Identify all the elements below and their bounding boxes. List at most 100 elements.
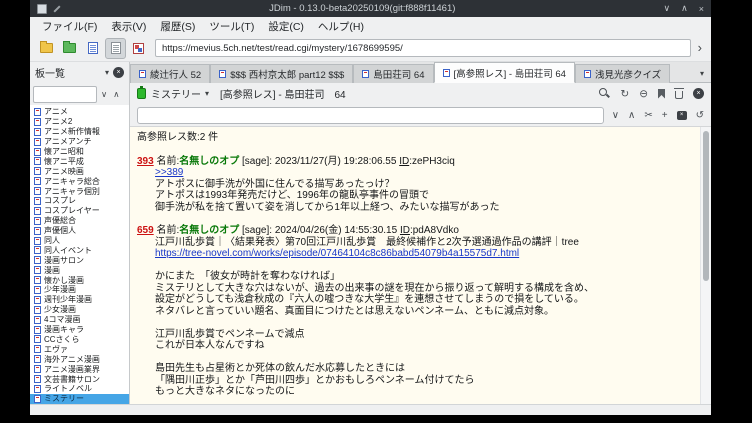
close-button[interactable]: × (699, 4, 704, 14)
post-id-label[interactable]: ID (400, 225, 410, 236)
sidebar-item-label: ミステリー (44, 393, 84, 404)
tab-doc-icon (139, 70, 146, 78)
close-tab-icon[interactable]: × (693, 88, 704, 99)
tab-overflow-icon[interactable]: ▾ (700, 69, 711, 82)
board-icon (34, 355, 41, 363)
favorites-button[interactable] (59, 38, 80, 59)
sidebar-dropdown-icon[interactable]: ▾ (105, 68, 109, 77)
board-icon (34, 286, 41, 294)
thread-tab[interactable]: [高参照レス] - 島田荘司 64 (434, 62, 575, 83)
post-mail: [sage]: (242, 156, 272, 167)
poster-name[interactable]: 名無しのオプ (179, 225, 239, 236)
board-icon (34, 128, 41, 136)
thread-tab[interactable]: 綾辻行人 52 (130, 64, 210, 83)
board-icon (34, 177, 41, 185)
clear-highlight-icon[interactable]: × (677, 111, 687, 120)
image-view-icon (133, 43, 144, 54)
board-icon (34, 237, 41, 245)
post-number[interactable]: 659 (137, 225, 154, 236)
board-icon (34, 276, 41, 284)
poster-name[interactable]: 名無しのオプ (179, 156, 239, 167)
post-header: 393 名前:名無しのオプ [sage]: 2023/11/27(月) 19:2… (137, 156, 696, 168)
board-icon (34, 296, 41, 304)
board-icon (34, 395, 41, 403)
tab-label: 綾辻行人 52 (150, 67, 201, 81)
extract-icon[interactable]: ✂ (644, 110, 652, 121)
external-link[interactable]: https://tree-novel.com/works/episode/074… (155, 248, 696, 260)
pin-icon[interactable] (53, 5, 60, 12)
extract-bar: ∨ ∧ ✂ + × ↺ (130, 104, 711, 127)
menu-item[interactable]: ツール(T) (202, 18, 261, 35)
url-input[interactable] (155, 39, 691, 57)
anchor-link[interactable]: >>389 (155, 167, 696, 179)
image-view-button[interactable] (128, 38, 149, 59)
search-icon[interactable] (599, 88, 610, 99)
stop-icon[interactable]: ⊖ (639, 88, 648, 100)
post-id-label[interactable]: ID (399, 156, 409, 167)
reload-icon[interactable]: ↻ (620, 88, 629, 100)
thread-tab[interactable]: $$$ 西村京太郎 part12 $$$ (210, 64, 353, 83)
board-icon (34, 345, 41, 353)
board-icon (34, 138, 41, 146)
post-line: 設定がどうしても浅倉秋成の『六人の嘘つきな大学生』を連想させてしまうので損をして… (155, 294, 696, 306)
menu-item[interactable]: ファイル(F) (35, 18, 104, 35)
sidebar-header: 板一覧 ▾ × (30, 62, 129, 83)
sidebar-search: ∨ ∧ (30, 83, 129, 105)
board-jar-icon (137, 88, 146, 99)
board-icon (34, 326, 41, 334)
thread-tab[interactable]: 島田荘司 64 (353, 64, 433, 83)
window-title: JDim - 0.13.0-beta20250109(git:f888f1146… (67, 3, 658, 14)
board-icon (34, 108, 41, 116)
sidebar-search-input[interactable] (33, 86, 97, 103)
thread-panel: 綾辻行人 52 $$$ 西村京太郎 part12 $$$ 島田荘司 64 (130, 62, 711, 404)
post-line (155, 317, 696, 329)
post-line: かにまた 「彼女が時計を奪わなければ」 (155, 271, 696, 283)
thread-search-input[interactable] (137, 107, 604, 124)
tab-label: $$$ 西村京太郎 part12 $$$ (230, 67, 344, 81)
url-go-button[interactable]: › (693, 40, 705, 57)
post-line: もっと大きなネタになったのに (155, 386, 696, 398)
bookmark-icon[interactable] (658, 89, 665, 99)
find-prev-icon[interactable]: ∧ (628, 110, 635, 121)
thread-view-button[interactable] (105, 38, 126, 59)
board-list-icon (40, 43, 53, 53)
tab-doc-icon (219, 70, 226, 78)
board-icon (34, 187, 41, 195)
post-id: :pdA8Vdko (410, 225, 459, 236)
board-list: アニメ アニメ2 アニメ新作情報 アニメアンチ (30, 105, 129, 404)
board-icon (34, 256, 41, 264)
board-icon (34, 266, 41, 274)
sidebar-item[interactable]: ミステリー (30, 394, 129, 404)
scrollbar[interactable] (700, 127, 711, 404)
thread-list-button[interactable] (82, 38, 103, 59)
thread-list-icon (88, 42, 98, 54)
tab-doc-icon (443, 69, 450, 77)
post-line: ネタバレと言っていい題名、真面目につけたとは思えないペンネーム、ともに減点対象。 (155, 306, 696, 318)
post-mail: [sage]: (242, 225, 272, 236)
find-next-icon[interactable]: ∨ (612, 110, 619, 121)
board-list-button[interactable] (36, 38, 57, 59)
minimize-button[interactable]: ∨ (664, 3, 671, 14)
delete-icon[interactable] (675, 91, 683, 99)
menu-item[interactable]: 表示(V) (104, 18, 153, 35)
back-icon[interactable]: ↺ (696, 110, 704, 121)
board-select[interactable]: ミステリー ▾ (151, 86, 209, 101)
post-number[interactable]: 393 (137, 156, 154, 167)
board-icon (34, 167, 41, 175)
post-date: 2024/04/26(金) 14:55:30.15 (275, 225, 397, 236)
app-window: JDim - 0.13.0-beta20250109(git:f888f1146… (30, 0, 711, 415)
sidebar-close-icon[interactable]: × (113, 67, 124, 78)
maximize-button[interactable]: ∧ (681, 3, 688, 14)
board-icon (34, 148, 41, 156)
sidebar-search-up-icon[interactable]: ∧ (111, 89, 121, 100)
menu-item[interactable]: 履歴(S) (153, 18, 202, 35)
menu-item[interactable]: ヘルプ(H) (311, 18, 371, 35)
thread-tab[interactable]: 浅見光彦クイズ (575, 64, 670, 83)
scrollbar-thumb[interactable] (703, 131, 709, 281)
post-date: 2023/11/27(月) 19:28:06.55 (275, 156, 397, 167)
open-new-icon[interactable]: + (662, 110, 668, 121)
board-icon (34, 157, 41, 165)
sidebar-search-down-icon[interactable]: ∨ (99, 89, 109, 100)
post-line: 島田先生も占星術とか死体の飲んだ水応募したときには (155, 363, 696, 375)
menu-item[interactable]: 設定(C) (261, 18, 311, 35)
